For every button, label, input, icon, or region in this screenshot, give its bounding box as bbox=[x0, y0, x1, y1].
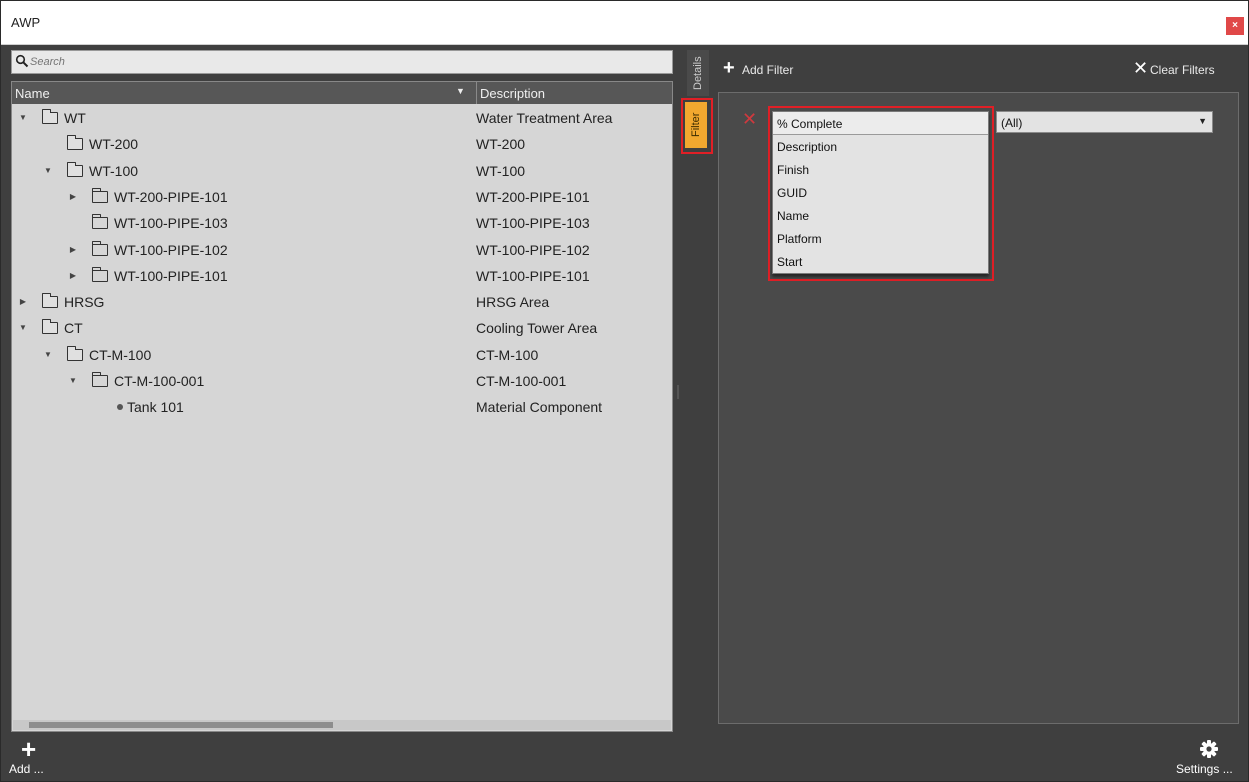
tree-row-name: Tank 101 bbox=[127, 399, 184, 416]
tree-row[interactable]: WT-100-PIPE-103 WT-100-PIPE-103 bbox=[12, 211, 672, 237]
filter-field-dropdown[interactable]: % Complete Description Finish GUID Name … bbox=[772, 111, 989, 274]
horizontal-scrollbar[interactable] bbox=[13, 720, 671, 730]
column-header-description[interactable]: Description bbox=[476, 82, 672, 104]
dropdown-option[interactable]: GUID bbox=[773, 182, 988, 205]
scrollbar-thumb[interactable] bbox=[29, 722, 333, 728]
tree-row-name: CT-M-100 bbox=[89, 346, 152, 363]
search-input[interactable] bbox=[30, 54, 630, 70]
tab-details-label: Details bbox=[692, 56, 704, 90]
folder-icon bbox=[91, 266, 108, 282]
dropdown-selected-item[interactable]: % Complete bbox=[773, 112, 988, 135]
tree-row[interactable]: WT-200 WT-200 bbox=[12, 132, 672, 158]
tree-row-description: WT-100-PIPE-103 bbox=[476, 215, 590, 232]
tree-row-name: WT-200-PIPE-101 bbox=[114, 188, 228, 205]
tree-row-name: HRSG bbox=[64, 294, 105, 311]
dropdown-option[interactable]: Description bbox=[773, 136, 988, 159]
folder-icon bbox=[91, 187, 108, 203]
dropdown-option[interactable]: Name bbox=[773, 205, 988, 228]
tree-row-name: WT-100 bbox=[89, 162, 139, 179]
tree-row-name: WT-200 bbox=[89, 136, 139, 153]
plus-icon: + bbox=[723, 57, 735, 79]
column-header-name[interactable]: Name bbox=[15, 86, 50, 101]
tree-row-name: WT-100-PIPE-103 bbox=[114, 215, 228, 232]
tree-row-description: Water Treatment Area bbox=[476, 110, 613, 126]
tree-row-description: HRSG Area bbox=[476, 294, 550, 311]
dropdown-option[interactable]: Finish bbox=[773, 159, 988, 182]
folder-icon bbox=[66, 135, 83, 151]
plus-icon: + bbox=[21, 734, 37, 764]
tree-row[interactable]: ▼ CT-M-100-001 CT-M-100-001 bbox=[12, 369, 672, 395]
tree-row-description: Material Component bbox=[476, 399, 603, 416]
folder-icon bbox=[41, 319, 58, 335]
add-filter-label: Add Filter bbox=[742, 63, 794, 77]
window-title: AWP bbox=[11, 15, 41, 30]
tree-row-name: CT bbox=[64, 320, 83, 337]
tree-row-name: WT-100-PIPE-101 bbox=[114, 267, 228, 284]
tree-row[interactable]: ▼ WT Water Treatment Area bbox=[12, 106, 672, 132]
tree-row[interactable]: ▶ WT-100-PIPE-102 WT-100-PIPE-102 bbox=[12, 238, 672, 264]
tree-row-description: WT-200 bbox=[476, 136, 526, 153]
expand-arrow-icon[interactable]: ▶ bbox=[68, 271, 78, 281]
tree-row-name: CT-M-100-001 bbox=[114, 373, 205, 389]
search-icon bbox=[15, 54, 29, 68]
tree-row[interactable]: ▼ WT-100 WT-100 bbox=[12, 159, 672, 185]
close-icon: ✕ bbox=[1133, 58, 1149, 78]
settings-button[interactable]: Settings ... bbox=[1173, 740, 1243, 780]
collapse-arrow-icon[interactable]: ▼ bbox=[18, 323, 28, 333]
folder-icon bbox=[41, 293, 58, 309]
tree-row[interactable]: ▼ CT-M-100 CT-M-100 bbox=[12, 343, 672, 369]
collapse-arrow-icon[interactable]: ▼ bbox=[43, 166, 53, 176]
tree-row-description: CT-M-100 bbox=[476, 346, 539, 363]
dropdown-option[interactable]: Platform bbox=[773, 228, 988, 251]
folder-icon bbox=[91, 240, 108, 256]
tab-details[interactable]: Details bbox=[687, 50, 709, 96]
tree-row-description: WT-100 bbox=[476, 162, 526, 179]
tree-row-description: Cooling Tower Area bbox=[476, 320, 598, 337]
collapse-arrow-icon[interactable]: ▼ bbox=[43, 350, 53, 360]
panel-splitter-grip[interactable] bbox=[677, 385, 679, 399]
gear-icon bbox=[1200, 740, 1218, 758]
tab-filter-label: Filter bbox=[690, 112, 702, 138]
expand-arrow-icon[interactable]: ▶ bbox=[68, 192, 78, 202]
add-button-label: Add ... bbox=[9, 762, 44, 776]
tree-row-description: WT-200-PIPE-101 bbox=[476, 188, 590, 205]
tree-row[interactable]: ▶ HRSG HRSG Area bbox=[12, 290, 672, 316]
dropdown-option[interactable]: Start bbox=[773, 251, 988, 274]
chevron-down-icon: ▼ bbox=[1198, 116, 1207, 126]
expand-arrow-icon[interactable]: ▶ bbox=[18, 297, 28, 307]
tab-filter[interactable]: Filter bbox=[685, 102, 707, 148]
tree-row[interactable]: ▶ WT-100-PIPE-101 WT-100-PIPE-101 bbox=[12, 264, 672, 290]
tree-column-header: Name ▼ Description bbox=[12, 82, 672, 104]
collapse-arrow-icon[interactable]: ▼ bbox=[18, 113, 28, 123]
search-box[interactable] bbox=[11, 50, 673, 74]
filter-value-select[interactable]: (All) ▼ bbox=[996, 111, 1213, 133]
folder-icon bbox=[91, 214, 108, 230]
tree-row[interactable]: ▼ CT Cooling Tower Area bbox=[12, 316, 672, 342]
remove-filter-icon[interactable]: ✕ bbox=[742, 109, 757, 130]
tree-row[interactable]: ▶ WT-200-PIPE-101 WT-200-PIPE-101 bbox=[12, 185, 672, 211]
component-dot-icon bbox=[117, 404, 123, 411]
tree-row-description: WT-100-PIPE-102 bbox=[476, 241, 590, 258]
column-sort-icon[interactable]: ▼ bbox=[456, 86, 465, 96]
awp-window: AWP × Name ▼ Description ▼ WT Water Treatm… bbox=[0, 0, 1249, 782]
tree-row-description: WT-100-PIPE-101 bbox=[476, 267, 590, 284]
collapse-arrow-icon[interactable]: ▼ bbox=[68, 376, 78, 386]
tree-row-name: WT bbox=[64, 110, 86, 126]
settings-button-label: Settings ... bbox=[1176, 762, 1233, 776]
close-button[interactable]: × bbox=[1226, 17, 1244, 35]
expand-arrow-icon[interactable]: ▶ bbox=[68, 245, 78, 255]
add-button[interactable]: + Add ... bbox=[9, 734, 49, 780]
folder-icon bbox=[91, 372, 108, 387]
folder-icon bbox=[41, 109, 58, 124]
title-bar: AWP × bbox=[1, 1, 1248, 45]
tree-row-name: WT-100-PIPE-102 bbox=[114, 241, 228, 258]
tree-row-description: CT-M-100-001 bbox=[476, 373, 567, 389]
folder-icon bbox=[66, 345, 83, 361]
hierarchy-tree: Name ▼ Description ▼ WT Water Treatment Ar… bbox=[11, 81, 673, 732]
filter-value-text: (All) bbox=[1001, 116, 1023, 130]
tree-row[interactable]: Tank 101 Material Component bbox=[12, 395, 672, 421]
folder-icon bbox=[66, 161, 83, 177]
clear-filters-label: Clear Filters bbox=[1150, 63, 1215, 77]
